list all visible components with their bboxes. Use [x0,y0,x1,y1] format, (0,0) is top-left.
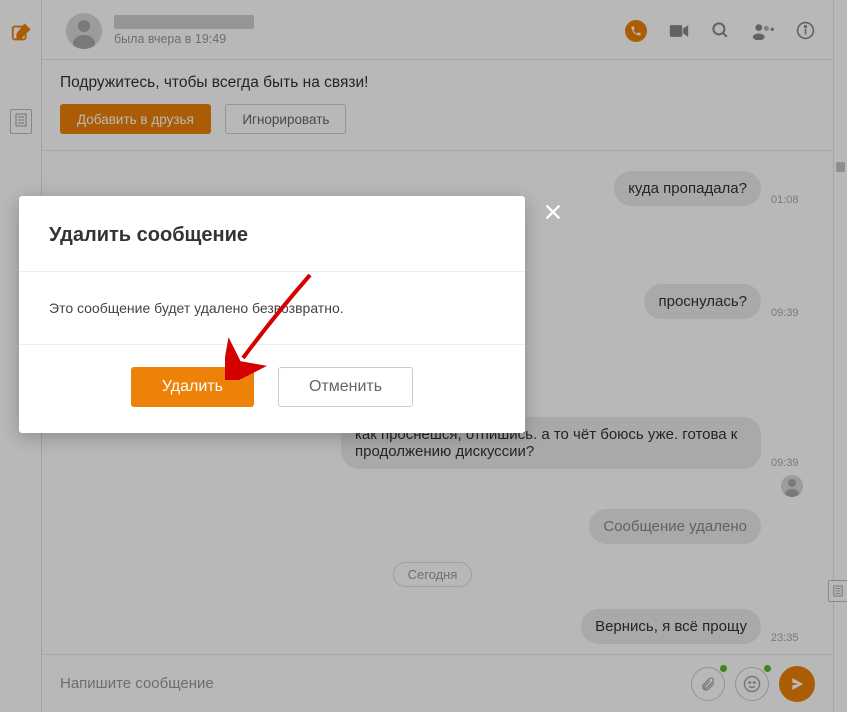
close-icon[interactable] [539,198,567,226]
delete-message-modal: Удалить сообщение Это сообщение будет уд… [19,196,525,433]
modal-title: Удалить сообщение [49,224,495,247]
delete-button[interactable]: Удалить [131,367,254,407]
modal-body-text: Это сообщение будет удалено безвозвратно… [19,272,525,345]
cancel-button[interactable]: Отменить [278,367,413,407]
